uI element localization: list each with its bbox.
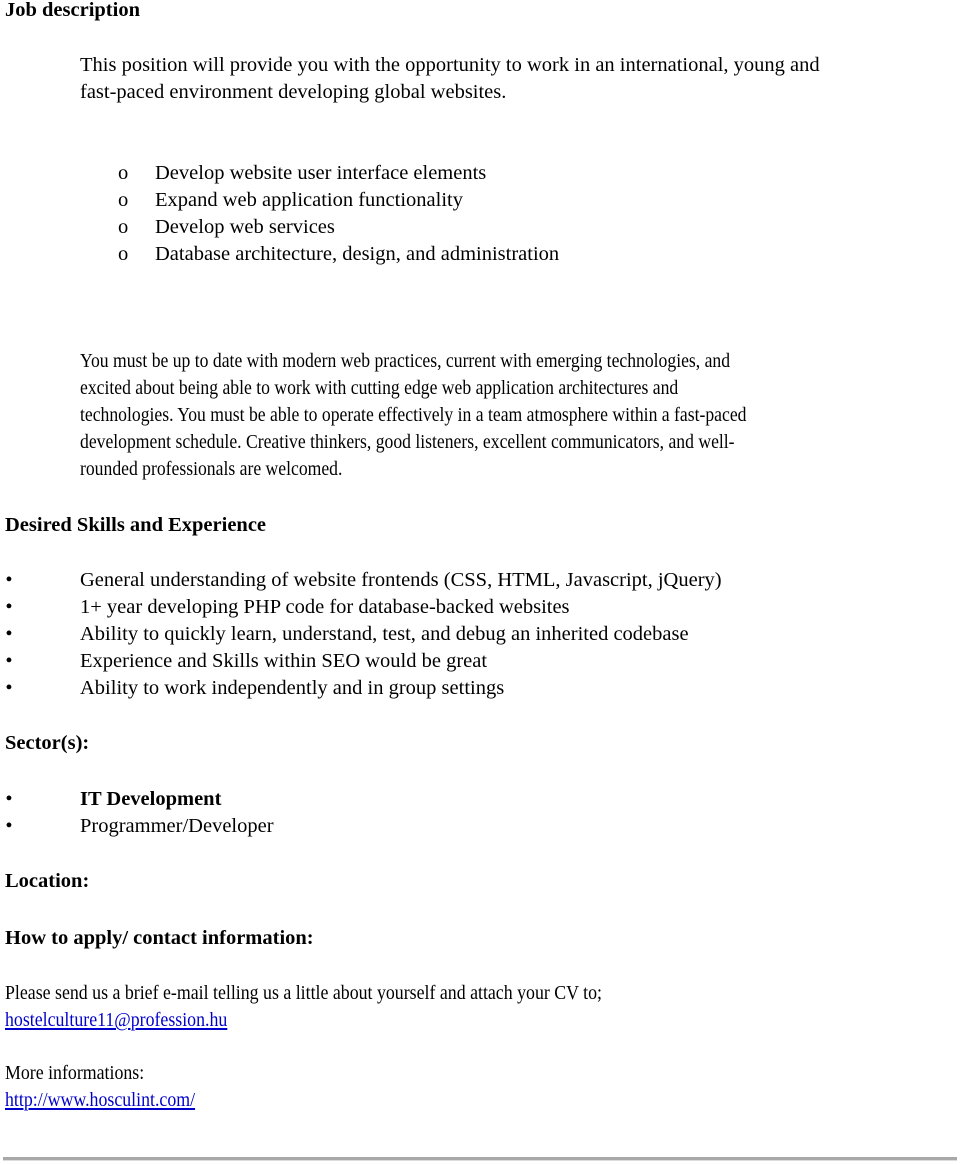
contact-text: Please send us a brief e-mail telling us… [5,982,602,1004]
contact-heading: How to apply/ contact information: [5,927,314,949]
more-info-label: More informations: [5,1062,145,1084]
bullet-icon: • [5,596,13,618]
requirements-line: excited about being able to work with cu… [80,377,679,399]
requirements-paragraph: You must be up to date with modern web p… [80,348,746,483]
duty-item: o Develop web services [118,214,559,241]
sector-item: • IT Development [5,786,274,813]
skill-item: • 1+ year developing PHP code for databas… [5,594,722,621]
sector-item: • Programmer/Developer [5,813,273,840]
skill-item: • Ability to work independently and in gr… [5,675,722,702]
skill-item: • General understanding of website fronte… [5,567,721,594]
duty-item: o Develop website user interface elements [118,160,559,187]
requirements-line: development schedule. Creative thinkers,… [80,431,735,453]
bullet-icon: • [5,815,13,837]
email-link[interactable]: hostelculture11@profession.hu [5,1007,227,1034]
job-description-heading: Job description [5,0,140,21]
duties-list: o Develop website user interface elements… [118,160,559,268]
requirements-line: technologies. You must be able to operat… [80,404,747,426]
circle-bullet-icon: o [118,162,129,184]
intro-line-2: fast-paced environment developing global… [80,81,507,103]
duty-item: o Database architecture, design, and admi… [118,241,559,268]
bullet-icon: • [5,650,13,672]
location-heading: Location: [5,870,90,892]
intro-line-1: This position will provide you with the … [80,54,820,76]
bullet-icon: • [5,677,13,699]
bullet-icon: • [5,569,13,591]
desired-skills-heading: Desired Skills and Experience [5,514,267,536]
bullet-icon: • [5,788,13,810]
horizontal-rule [3,1157,957,1161]
circle-bullet-icon: o [118,243,129,265]
duty-item: o Expand web application functionality [118,187,559,214]
skill-item: • Ability to quickly learn, understand, t… [5,621,722,648]
desired-skills-list: • General understanding of website fronte… [5,567,722,702]
circle-bullet-icon: o [118,216,129,238]
sectors-list: • IT Development • Programmer/Developer [5,786,274,840]
circle-bullet-icon: o [118,189,129,211]
requirements-line: rounded professionals are welcomed. [80,458,343,480]
sectors-heading: Sector(s): [5,732,90,754]
skill-item: • Experience and Skills within SEO would … [5,648,722,675]
requirements-line: You must be up to date with modern web p… [80,350,731,372]
website-link[interactable]: http://www.hosculint.com/ [5,1087,195,1114]
bullet-icon: • [5,623,13,645]
